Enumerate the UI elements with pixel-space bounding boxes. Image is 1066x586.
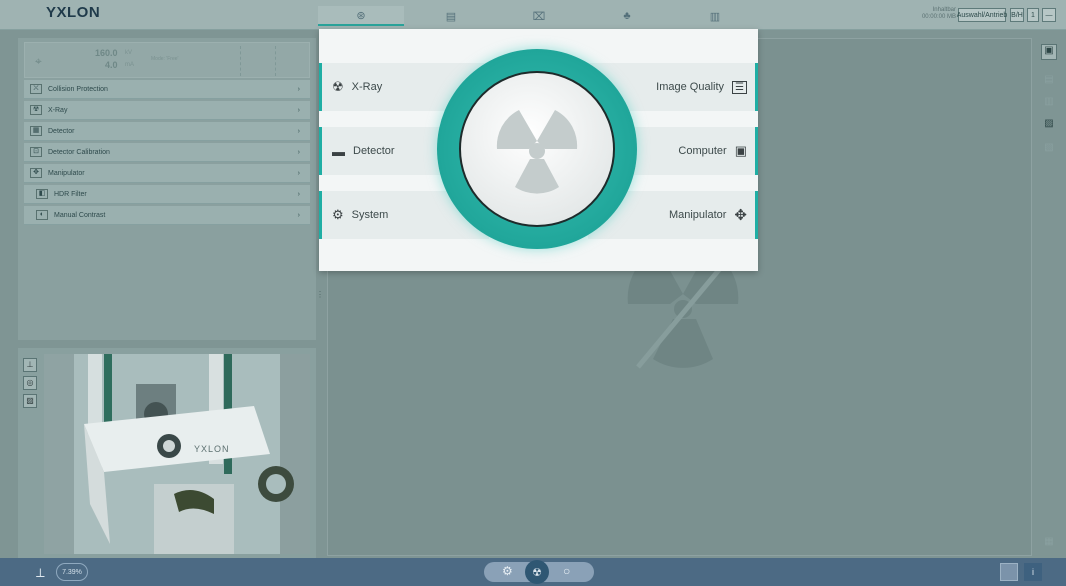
camera-panel: ⊥ ◎ ▨ YXLON [18,348,316,558]
gear-icon: ⚙ [332,207,344,222]
info-icon[interactable]: i [1024,563,1042,581]
bottom-bar: ⟂ 7.39% ⚙ ☢ ○ i [0,558,1066,586]
tab-radiation[interactable]: ⊛ [318,6,404,26]
menu-detector[interactable]: ▦ Detector › [24,122,310,141]
chevron-right-icon: › [297,148,300,156]
xray-icon: ☢ [332,79,344,94]
camera-stand-icon[interactable]: ⊥ [23,358,37,372]
splitter-handle[interactable]: ⋮ [316,290,324,304]
move-icon: ✥ [30,168,42,178]
status-text: Inhaltbar 00:00:00 MB [921,7,956,20]
sliders-icon: ☰ [732,80,747,94]
progress-indicator: 7.39% [56,563,88,581]
camera-view: YXLON [44,354,310,554]
image-tool-icon[interactable]: ▤ [1041,74,1057,90]
radiation-trefoil-icon [496,110,578,194]
gear-icon[interactable]: ⚙ [502,564,513,578]
chevron-right-icon: › [297,127,300,135]
measure-icon[interactable]: ⟂ [36,565,45,581]
snapshot-icon[interactable]: ▨ [23,394,37,408]
left-panel: ⌖ 160.0 kV 4.0 mA Mode: 'Free' ⛌ Collisio… [18,38,316,340]
chevron-right-icon: › [297,190,300,198]
info-button[interactable]: 1 [1027,8,1039,22]
move-icon: ✥ [734,207,747,224]
right-toolbar: ▣ ▤ ▥ ▨ ▧ ▦ [1036,38,1064,556]
menu-collision-protection[interactable]: ⛌ Collision Protection › [24,80,310,99]
hdr-icon: ◧ [36,189,48,199]
document-icon: ▥ [709,10,721,23]
chevron-right-icon: › [297,85,300,93]
bh-button[interactable]: B/H [1010,8,1024,22]
xray-icon: ☢ [30,105,42,115]
auswahl-button[interactable]: Auswahl/Antrieb [957,8,1007,22]
current-unit: mA [125,62,134,68]
tab-document[interactable]: ▥ [672,6,758,26]
image-export-icon[interactable]: ▧ [1041,142,1057,158]
app-logo: YXLON [46,4,101,21]
main-menu-popup: ☢ X-Ray ▬ Detector ⚙ System Image Quality ☰ … [319,29,758,271]
voltage-unit: kV [125,50,133,56]
calibration-icon: ⊡ [30,147,42,157]
picture-icon[interactable]: ▨ [1041,118,1057,134]
crosshair-icon: ⌖ [35,54,42,68]
chevron-right-icon: › [297,106,300,114]
menu-manipulator[interactable]: ✥ Manipulator › [24,164,310,183]
layout-icon: ▤ [445,10,457,23]
mode-label: Mode: 'Free' [151,56,179,62]
tab-tools[interactable]: ♣ [584,6,670,26]
contrast-icon: ◐ [36,210,48,220]
tab-graph[interactable]: ⌧ [496,6,582,26]
cabinet-image [44,354,310,554]
menu-manual-contrast[interactable]: ◐ Manual Contrast › [24,206,310,225]
image-settings-icon[interactable]: ▦ [1041,536,1057,552]
radiation-icon: ⊛ [356,9,366,22]
chevron-right-icon: › [297,169,300,177]
camera-target-icon[interactable]: ◎ [23,376,37,390]
sensor-readout: ⌖ 160.0 kV 4.0 mA Mode: 'Free' [24,42,310,78]
image-edit-icon[interactable]: ▥ [1041,96,1057,112]
chevron-right-icon: › [297,211,300,219]
menu-x-ray[interactable]: ☢ X-Ray › [24,101,310,120]
chip-icon: ▣ [734,143,747,158]
collision-icon: ⛌ [30,84,42,94]
tab-layout[interactable]: ▤ [408,6,494,26]
current-value: 4.0 [105,60,118,70]
person-tools-icon: ♣ [623,10,631,22]
menu-hdr-filter[interactable]: ◧ HDR Filter › [24,185,310,204]
panel-toggle-icon[interactable] [1000,563,1018,581]
circle-icon[interactable]: ○ [563,564,570,578]
cabinet-brand: YXLON [194,444,230,454]
menu-detector-calibration[interactable]: ⊡ Detector Calibration › [24,143,310,162]
graph-icon: ⌧ [532,10,546,23]
detector-icon: ▦ [30,126,42,136]
image-add-icon[interactable]: ▣ [1041,44,1057,60]
minimize-button[interactable]: — [1042,8,1056,22]
detector-icon: ▬ [332,143,345,159]
voltage-value: 160.0 [95,48,118,58]
radiation-mode-icon[interactable]: ☢ [525,560,549,584]
